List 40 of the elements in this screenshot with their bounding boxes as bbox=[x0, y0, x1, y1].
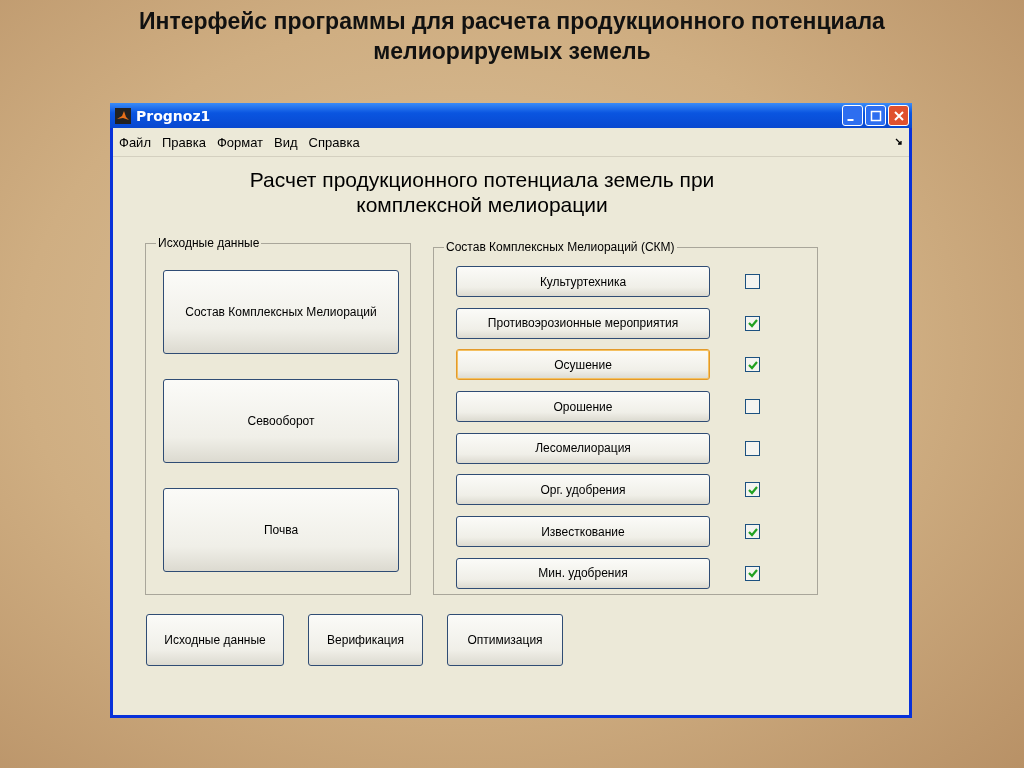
checkbox[interactable] bbox=[745, 399, 760, 415]
checkbox[interactable] bbox=[745, 440, 760, 456]
checkbox[interactable] bbox=[745, 357, 760, 373]
menu-item[interactable]: Вид bbox=[274, 134, 298, 150]
window-title: Prognoz1 bbox=[136, 107, 211, 124]
checkbox[interactable] bbox=[745, 482, 760, 498]
group-title: Исходные данные bbox=[157, 236, 261, 250]
measure-button[interactable]: Мин. удобрения bbox=[456, 557, 710, 589]
maximize-button[interactable] bbox=[865, 105, 886, 126]
minimize-button[interactable] bbox=[842, 105, 863, 126]
slide-title: Интерфейс программы для расчета продукционного потенциала мелиорируемых земель bbox=[138, 7, 886, 66]
measure-button[interactable]: Лесомелиорация bbox=[456, 432, 710, 464]
checkbox[interactable] bbox=[745, 274, 760, 289]
source-button[interactable]: Севооборот bbox=[163, 379, 399, 463]
menu-item[interactable]: Формат bbox=[216, 134, 264, 150]
action-button[interactable]: Оптимизация bbox=[447, 614, 563, 666]
measure-button[interactable]: Противоэрозионные мероприятия bbox=[456, 307, 710, 339]
group-title: Состав Комплексных Мелиораций (СКМ) bbox=[445, 240, 676, 254]
measure-button[interactable]: Осушение bbox=[456, 349, 710, 381]
checkbox[interactable] bbox=[745, 565, 760, 581]
source-button[interactable]: Почва bbox=[163, 488, 399, 572]
source-button[interactable]: Состав Комплексных Мелиораций bbox=[163, 270, 399, 354]
checkbox[interactable] bbox=[745, 524, 760, 540]
checkbox[interactable] bbox=[745, 315, 760, 331]
menu-item[interactable]: Правка bbox=[161, 134, 206, 150]
measure-button[interactable]: Известкование bbox=[456, 516, 710, 548]
action-button[interactable]: Исходные данные bbox=[146, 614, 284, 666]
minimize-icon bbox=[847, 118, 854, 121]
app-logo-icon bbox=[115, 107, 131, 124]
measure-button[interactable]: Культуртехника bbox=[456, 266, 710, 297]
menu-item[interactable]: Файл bbox=[119, 134, 151, 150]
heading: Расчет продукционного потенциала земель при комплексной мелиорации bbox=[248, 167, 716, 217]
maximize-icon bbox=[869, 109, 882, 122]
measure-button[interactable]: Орошение bbox=[456, 391, 710, 423]
action-button[interactable]: Верификация bbox=[308, 614, 423, 666]
dock-arrow-icon bbox=[895, 138, 903, 146]
close-button[interactable] bbox=[888, 105, 909, 126]
close-icon bbox=[892, 109, 905, 122]
menu-item[interactable]: Справка bbox=[308, 134, 360, 150]
measure-button[interactable]: Орг. удобрения bbox=[456, 474, 710, 506]
